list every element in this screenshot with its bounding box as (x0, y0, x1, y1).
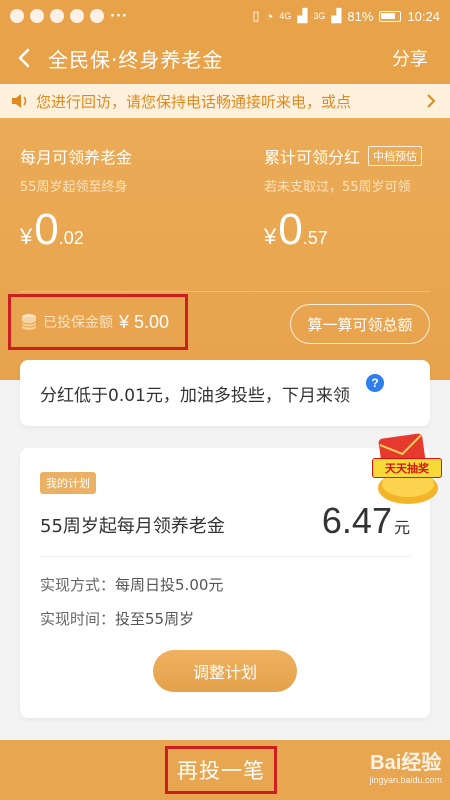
invested-amount-box: 已投保金额 ¥ 5.00 (8, 294, 188, 350)
watermark-logo: Bai经验 (370, 752, 442, 774)
my-plan-tag: 我的计划 (40, 472, 96, 494)
currency-symbol: ¥ (264, 224, 277, 249)
notice-bar[interactable]: 您进行回访，请您保持电话畅通接听来电，或点 (0, 84, 450, 118)
monthly-pension-sub: 55周岁起领至终身 (20, 180, 128, 195)
dividend-block: 累计可领分红 中档预估 若未支取过，55周岁可领 ¥ 0 .57 (264, 144, 423, 255)
dividend-label: 累计可领分红 (264, 148, 361, 167)
wechat-icon (10, 9, 24, 23)
invested-label: 已投保金额 (43, 315, 113, 331)
vibrate-icon: ▯ (252, 8, 260, 23)
share-button[interactable]: 分享 (392, 45, 428, 71)
plan-name: 55周岁起每月领养老金 (40, 516, 225, 537)
signal-icon-2: ▟ (331, 8, 342, 23)
dividend-sub: 若未支取过，55周岁可领 (264, 180, 411, 195)
amount-decimal: .02 (58, 228, 84, 248)
dividend-amount: ¥ 0 .57 (264, 205, 422, 255)
tiktok-icon (50, 9, 64, 23)
clock: 10:24 (407, 8, 440, 24)
nav-bar: 全民保·终身养老金 分享 (0, 32, 450, 84)
chevron-right-icon[interactable] (426, 93, 436, 109)
divider (20, 291, 430, 292)
app-icon (70, 9, 84, 23)
bottom-bar: 再投一笔 Bai经验 jingyan.baidu.com (0, 740, 450, 800)
speaker-icon (12, 94, 27, 108)
adjust-plan-button[interactable]: 调整计划 (153, 650, 297, 692)
divider (40, 556, 410, 557)
invested-value: ¥ 5.00 (119, 311, 170, 332)
network-b: 3G (313, 11, 326, 21)
message-icon (30, 9, 44, 23)
app-icon-2 (90, 9, 104, 23)
time-value: 投至55周岁 (115, 610, 195, 628)
help-icon[interactable]: ? (366, 374, 384, 392)
watermark-url: jingyan.baidu.com (369, 775, 442, 785)
time-label: 实现时间： (40, 610, 116, 628)
wifi-icon: ◔ (265, 8, 274, 24)
notice-text: 您进行回访，请您保持电话畅通接听来电，或点 (36, 92, 352, 111)
tip-text: 分红低于0.01元，加油多投些，下月来领 (40, 385, 350, 406)
currency-symbol: ¥ (20, 224, 33, 249)
summary-panel: 每月可领养老金 55周岁起领至终身 ¥ 0 .02 累计可领分红 中档预估 若未… (0, 118, 450, 380)
network-a: 4G (279, 11, 292, 21)
amount-integer: 0 (34, 205, 59, 254)
more-notifications: ··· (110, 8, 128, 24)
dividend-label-row: 累计可领分红 中档预估 (264, 144, 423, 168)
amount-integer: 0 (278, 205, 303, 254)
monthly-pension-label: 每月可领养老金 (20, 148, 133, 167)
back-arrow-icon[interactable] (0, 32, 48, 84)
monthly-pension-amount: ¥ 0 .02 (20, 205, 132, 255)
battery-percent: 81% (347, 8, 374, 24)
coins-icon (21, 314, 37, 330)
monthly-pension-block: 每月可领养老金 55周岁起领至终身 ¥ 0 .02 (20, 144, 132, 255)
status-bar: ··· ▯ ◔ 4G ▟ 3G ▟ 81% 10:24 (0, 0, 450, 32)
plan-amount-unit: 元 (393, 518, 410, 537)
method-label: 实现方式： (40, 576, 116, 594)
estimate-tag: 中档预估 (368, 146, 423, 166)
battery-icon (379, 10, 402, 22)
calculate-total-button[interactable]: 算一算可领总额 (290, 304, 430, 344)
status-left-icons: ··· (10, 9, 128, 24)
dividend-tip-card: 分红低于0.01元，加油多投些，下月来领 ? (20, 360, 430, 426)
plan-method-row: 实现方式：每周日投5.00元 (40, 574, 223, 595)
daily-lottery-badge[interactable]: 天天抽奖 (364, 428, 446, 510)
page-title: 全民保·终身养老金 (48, 47, 224, 72)
amount-decimal: .57 (302, 228, 328, 248)
signal-icon: ▟ (297, 8, 308, 23)
status-right: ▯ ◔ 4G ▟ 3G ▟ 81% 10:24 (252, 8, 440, 24)
invest-again-button[interactable]: 再投一笔 (165, 746, 277, 794)
plan-time-row: 实现时间：投至55周岁 (40, 608, 194, 629)
method-value: 每周日投5.00元 (115, 576, 224, 594)
baidu-jingyan-watermark: Bai经验 jingyan.baidu.com (369, 746, 442, 785)
lottery-label: 天天抽奖 (372, 458, 442, 478)
